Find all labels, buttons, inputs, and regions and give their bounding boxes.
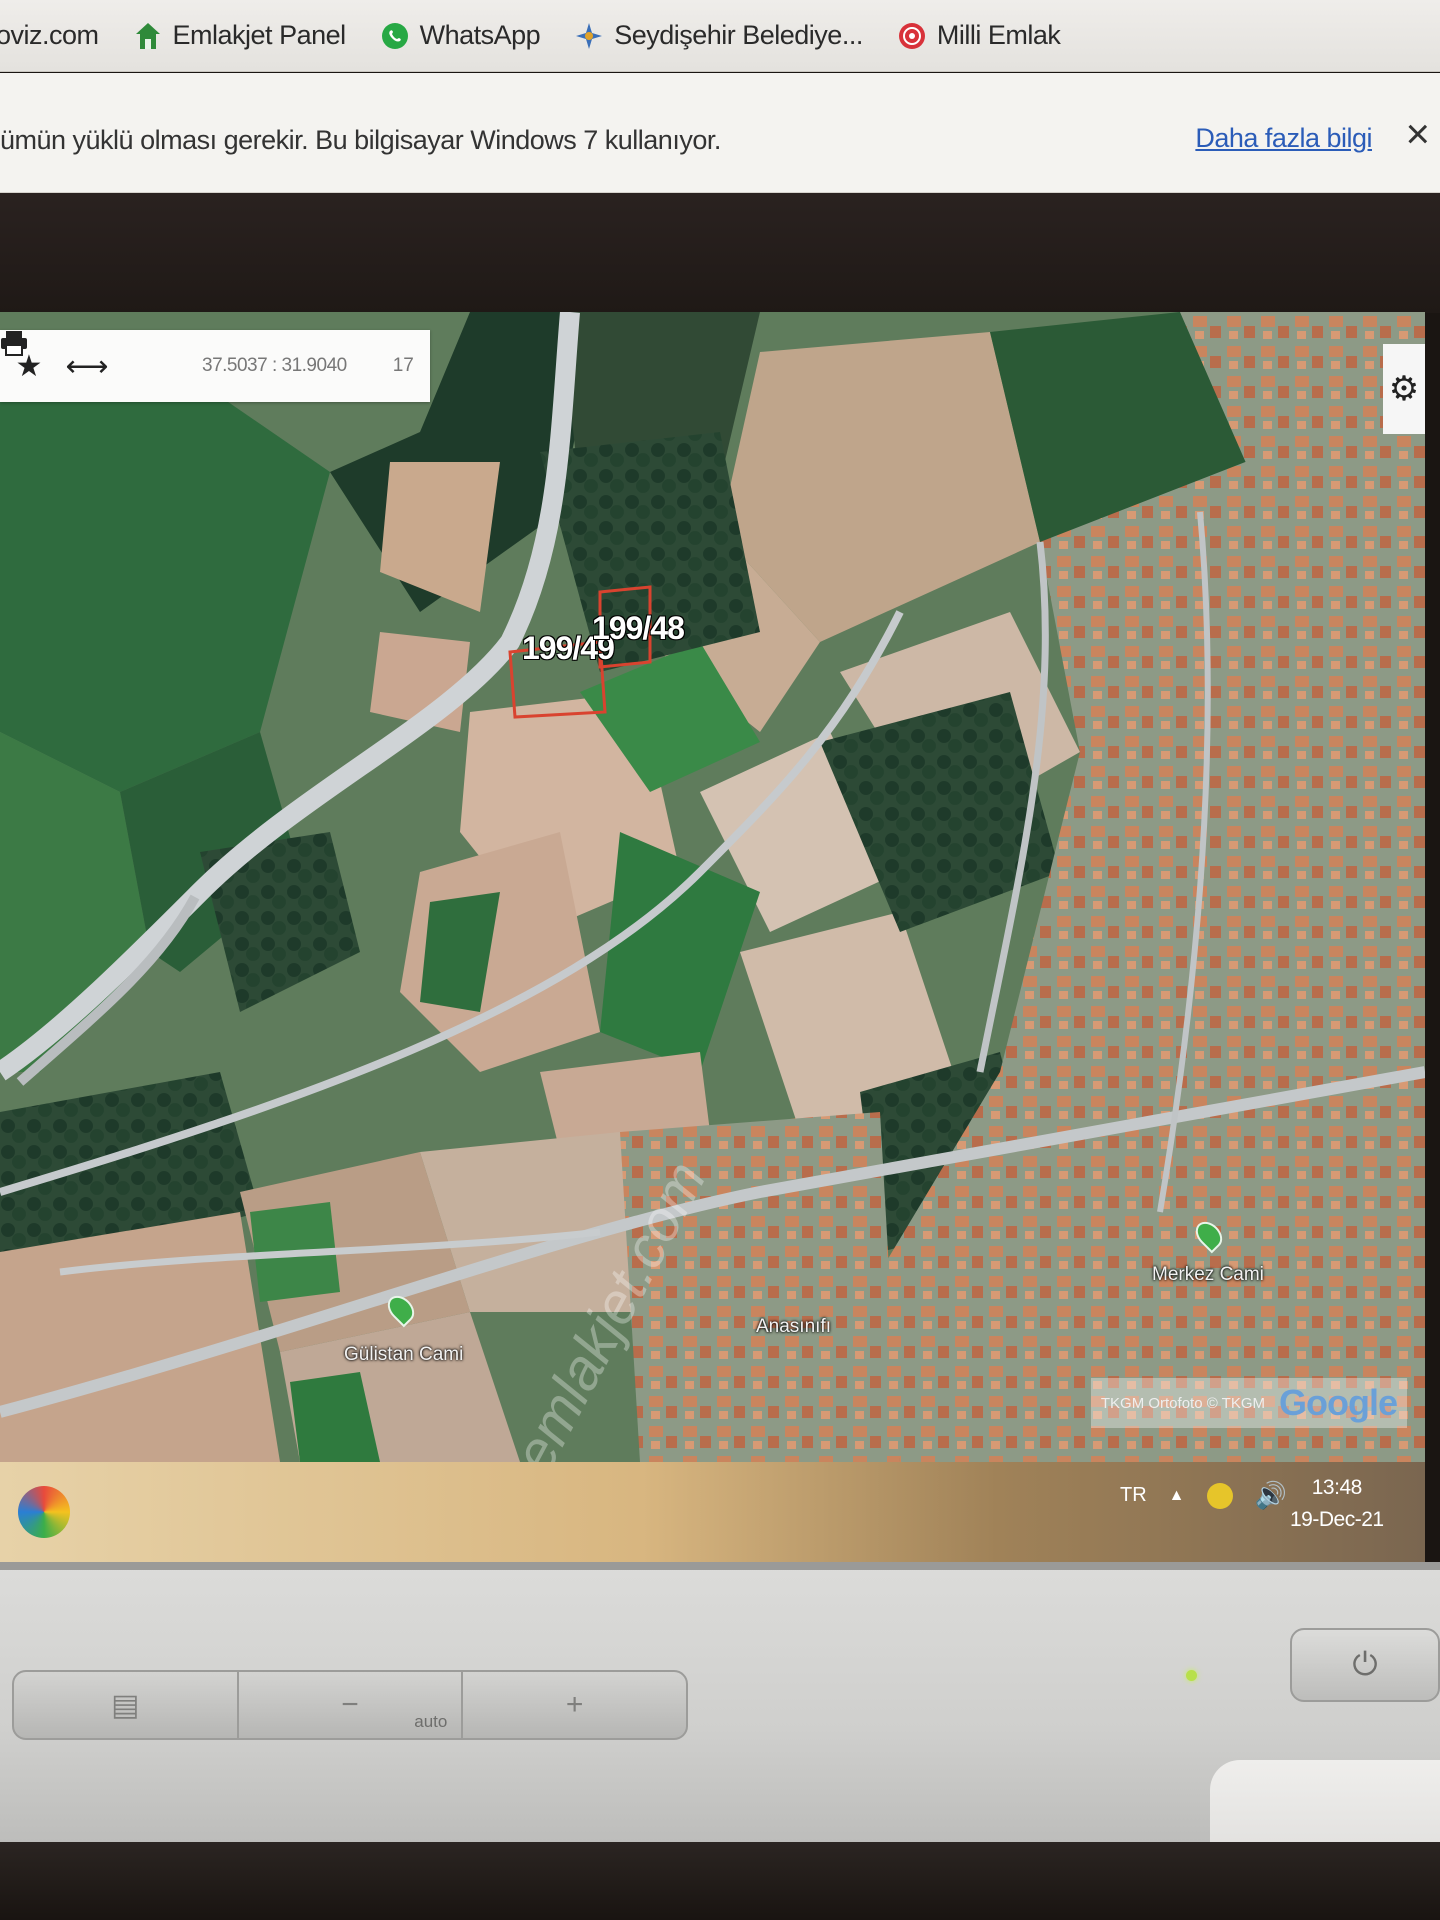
municipality-icon [574, 21, 604, 51]
poi-label: Merkez Cami [1152, 1264, 1264, 1285]
power-led [1186, 1670, 1197, 1681]
settings-gear-icon[interactable]: ⚙ [1383, 344, 1425, 434]
bookmark-milli-emlak[interactable]: Milli Emlak [897, 20, 1061, 51]
clock[interactable]: 13:48 19-Dec-21 [1290, 1472, 1384, 1536]
bookmark-seydisehir-belediye[interactable]: Seydişehir Belediye... [574, 20, 863, 51]
screen-bezel-band [0, 193, 1440, 313]
poi-label: Gülistan Cami [344, 1344, 464, 1365]
monitor-menu-button[interactable]: ▤ [14, 1672, 239, 1738]
minus-icon: − [341, 1688, 359, 1721]
google-logo: Google [1279, 1382, 1398, 1423]
parcel-label[interactable]: 199/48 [592, 610, 685, 647]
zoom-level: 17 [392, 355, 414, 376]
house-icon [133, 21, 163, 51]
bookmark-whatsapp[interactable]: WhatsApp [380, 20, 541, 51]
bookmark-label: oviz.com [0, 20, 99, 50]
bookmark-label: Emlakjet Panel [172, 20, 347, 50]
attribution-text: TKGM Ortofoto © TKGM [1100, 1394, 1265, 1412]
volume-icon[interactable]: 🔊 [1255, 1480, 1287, 1511]
bookmark-label: Milli Emlak [936, 20, 1061, 50]
system-tray: TR ▲ 🔊 [1120, 1480, 1287, 1511]
satellite-map[interactable]: emlakjet.com ★ ⟷ 37.5037 : 31.9040 17 ⚙ … [0, 312, 1425, 1462]
info-message: ümün yüklü olması gerekir. Bu bilgisayar… [0, 125, 721, 155]
clock-time: 13:48 [1311, 1476, 1363, 1499]
map-toolbar: ★ ⟷ 37.5037 : 31.9040 17 [0, 330, 430, 402]
map-attribution: TKGM Ortofoto © TKGM Google [1090, 1378, 1407, 1428]
whatsapp-icon [380, 21, 410, 51]
seal-icon [897, 21, 927, 51]
bookmarks-bar: oviz.com Emlakjet Panel WhatsApp Seydişe… [0, 0, 1440, 72]
bookmark-emlakjet-panel[interactable]: Emlakjet Panel [133, 20, 346, 51]
start-button-icon[interactable] [18, 1486, 70, 1538]
monitor-button-group: ▤ − auto + [12, 1670, 688, 1740]
monitor-plus-button[interactable]: + [463, 1672, 686, 1738]
close-icon[interactable]: × [1405, 113, 1430, 155]
show-hidden-icons-icon[interactable]: ▲ [1169, 1487, 1185, 1505]
clock-date: 19-Dec-21 [1290, 1508, 1384, 1531]
info-bar: ümün yüklü olması gerekir. Bu bilgisayar… [0, 73, 1440, 193]
notification-icon[interactable] [1206, 1482, 1233, 1509]
poi-label: Anasınıfı [756, 1316, 831, 1337]
bookmark-label: WhatsApp [419, 20, 541, 50]
monitor-minus-button[interactable]: − auto [239, 1672, 464, 1738]
satellite-imagery [0, 312, 1425, 1462]
language-indicator[interactable]: TR [1120, 1484, 1147, 1507]
printer-shape [1, 331, 27, 356]
measure-icon[interactable]: ⟷ [58, 330, 116, 402]
print-icon[interactable] [1, 330, 174, 402]
bezel-edge [0, 1562, 1440, 1570]
bookmark-site[interactable]: oviz.com [0, 20, 99, 51]
coordinates-readout: 37.5037 : 31.9040 [202, 355, 347, 376]
bookmark-label: Seydişehir Belediye... [614, 20, 863, 50]
desk-surface [0, 1842, 1440, 1920]
auto-label: auto [414, 1712, 448, 1731]
monitor-power-button[interactable]: ⏻ [1290, 1628, 1440, 1702]
more-info-link[interactable]: Daha fazla bilgi [1195, 123, 1372, 154]
taskbar: TR ▲ 🔊 13:48 19-Dec-21 [0, 1462, 1425, 1562]
